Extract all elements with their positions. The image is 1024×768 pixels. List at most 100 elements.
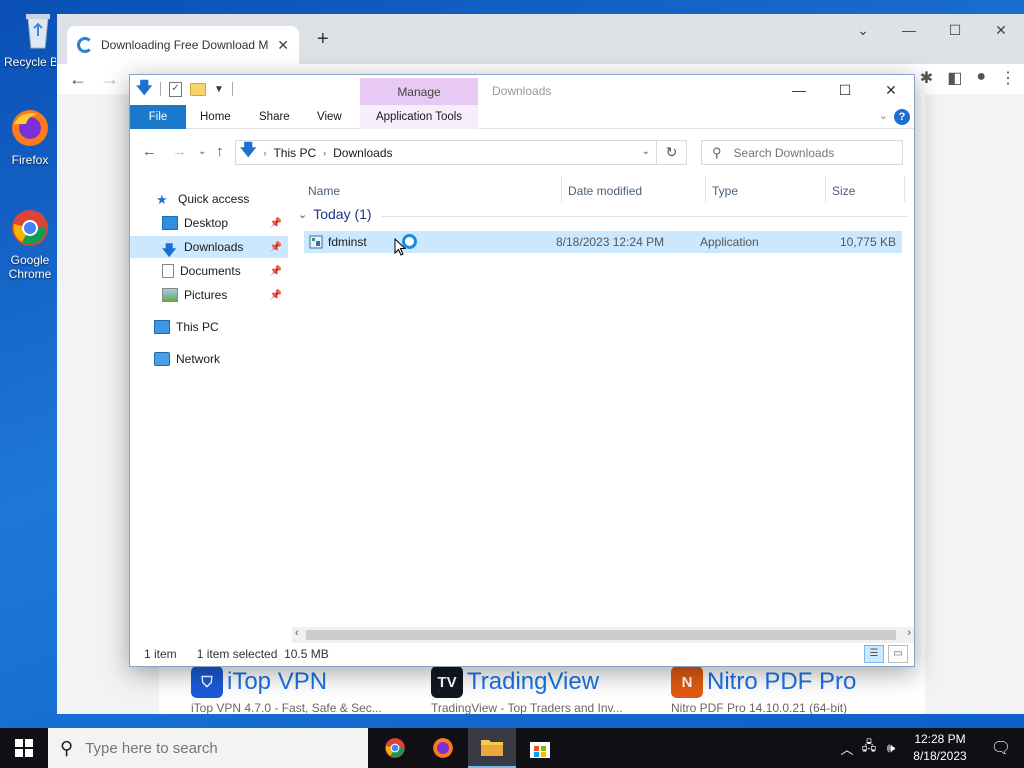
taskbar-chrome[interactable] bbox=[371, 728, 419, 768]
browser-back-icon[interactable]: ← bbox=[69, 69, 87, 90]
new-folder-icon[interactable] bbox=[190, 82, 206, 96]
address-bar[interactable]: 🡇 › This PC › Downloads ⌄ bbox=[235, 140, 657, 165]
taskbar: ⚲ ︿ 🖧 🕪 12:28 PM 8/18/2023 🗨 bbox=[0, 728, 1024, 768]
new-tab-button[interactable]: + bbox=[317, 28, 329, 51]
chrome-icon bbox=[385, 738, 405, 758]
explorer-close-button[interactable]: ✕ bbox=[868, 75, 914, 105]
system-tray: ︿ 🖧 🕪 12:28 PM 8/18/2023 🗨 bbox=[836, 728, 1024, 768]
tab-file[interactable]: File bbox=[130, 105, 186, 129]
address-dropdown-icon[interactable]: ⌄ bbox=[642, 146, 650, 157]
network-tray-icon[interactable]: 🖧 bbox=[858, 737, 880, 759]
browser-tab[interactable]: Downloading Free Download Ma ✕ bbox=[67, 26, 299, 64]
navigation-pane: ★ Quick access Desktop 📌 🡇 Downloads 📌 D… bbox=[130, 176, 288, 646]
details-view-icon[interactable]: ☰ bbox=[864, 645, 884, 663]
breadcrumb-this-pc[interactable]: This PC bbox=[273, 146, 316, 160]
taskbar-store[interactable] bbox=[516, 728, 564, 768]
notifications-icon[interactable]: 🗨 bbox=[978, 738, 1024, 758]
star-icon: ★ bbox=[156, 192, 168, 207]
column-header-name[interactable]: Name bbox=[308, 176, 340, 206]
clock[interactable]: 12:28 PM 8/18/2023 bbox=[902, 731, 978, 765]
explorer-minimize-button[interactable]: — bbox=[776, 75, 822, 105]
tab-application-tools[interactable]: Application Tools bbox=[360, 105, 478, 129]
recycle-bin-icon bbox=[16, 8, 60, 52]
refresh-button[interactable]: ↻ bbox=[657, 140, 687, 165]
browser-minimize-button[interactable]: — bbox=[886, 14, 932, 46]
tab-search-icon[interactable]: ⌄ bbox=[840, 14, 886, 46]
recycle-bin-label: Recycle Bin bbox=[4, 55, 56, 69]
explorer-title-bar: 🡇 ✓ ▼ Manage Downloads — ☐ ✕ bbox=[130, 75, 914, 105]
help-icon[interactable]: ? bbox=[894, 109, 910, 125]
horizontal-scrollbar[interactable]: ‹ › bbox=[292, 627, 914, 643]
windows-logo-icon bbox=[15, 739, 33, 757]
nav-desktop[interactable]: Desktop 📌 bbox=[130, 212, 288, 234]
taskbar-file-explorer[interactable] bbox=[468, 728, 516, 768]
volume-icon[interactable]: 🕪 bbox=[880, 740, 902, 756]
desktop-icon-firefox[interactable]: Firefox bbox=[0, 106, 60, 167]
computer-icon bbox=[154, 320, 170, 334]
tab-home[interactable]: Home bbox=[200, 105, 231, 129]
taskbar-search[interactable]: ⚲ bbox=[48, 728, 368, 768]
up-icon[interactable]: ↑ bbox=[216, 143, 224, 160]
taskbar-firefox[interactable] bbox=[419, 728, 467, 768]
app-card-name[interactable]: Nitro PDF Pro bbox=[707, 668, 856, 696]
app-card-itop-vpn[interactable]: ⛉ iTop VPN iTop VPN 4.7.0 - Fast, Safe &… bbox=[191, 666, 421, 715]
show-hidden-icons-icon[interactable]: ︿ bbox=[836, 739, 858, 758]
scroll-right-icon[interactable]: › bbox=[907, 627, 911, 639]
extensions-icon[interactable]: ✱ bbox=[920, 68, 933, 88]
desktop-icon-chrome[interactable]: Google Chrome bbox=[0, 206, 60, 281]
pin-icon: 📌 bbox=[269, 289, 282, 301]
search-icon: ⚲ bbox=[60, 737, 74, 758]
app-card-tradingview[interactable]: TV TradingView TradingView - Top Traders… bbox=[431, 666, 661, 715]
network-icon bbox=[154, 352, 170, 366]
search-input[interactable] bbox=[733, 145, 884, 160]
back-icon[interactable]: ← bbox=[142, 143, 157, 160]
large-icons-view-icon[interactable]: ▭ bbox=[888, 645, 908, 663]
nav-downloads[interactable]: 🡇 Downloads 📌 bbox=[130, 236, 288, 258]
quick-access-toolbar: 🡇 ✓ ▼ bbox=[136, 81, 233, 97]
taskbar-search-input[interactable] bbox=[85, 739, 356, 757]
group-header-today[interactable]: ⌄ Today (1) bbox=[298, 206, 372, 222]
firefox-label: Firefox bbox=[11, 153, 49, 167]
nav-pictures[interactable]: Pictures 📌 bbox=[130, 284, 288, 306]
side-panel-icon[interactable]: ◧ bbox=[947, 68, 962, 88]
explorer-maximize-button[interactable]: ☐ bbox=[822, 75, 868, 105]
app-card-name[interactable]: iTop VPN bbox=[227, 668, 327, 696]
properties-icon[interactable]: ✓ bbox=[169, 81, 182, 97]
breadcrumb-downloads[interactable]: Downloads bbox=[333, 146, 392, 160]
pictures-icon bbox=[162, 288, 178, 302]
column-header-size[interactable]: Size bbox=[832, 176, 855, 206]
scrollbar-thumb[interactable] bbox=[306, 630, 896, 640]
search-box[interactable]: ⚲ bbox=[701, 140, 903, 165]
chrome-label: Google Chrome bbox=[8, 253, 52, 281]
nav-network[interactable]: Network bbox=[130, 348, 288, 370]
store-icon bbox=[530, 742, 550, 758]
browser-close-button[interactable]: ✕ bbox=[978, 14, 1024, 46]
nav-documents[interactable]: Documents 📌 bbox=[130, 260, 288, 282]
tab-share[interactable]: Share bbox=[259, 105, 290, 129]
expand-ribbon-icon[interactable]: ⌄ bbox=[879, 109, 888, 122]
start-button[interactable] bbox=[0, 728, 48, 768]
nav-quick-access[interactable]: ★ Quick access bbox=[130, 188, 288, 210]
column-header-type[interactable]: Type bbox=[712, 176, 738, 206]
customize-toolbar-icon[interactable]: ▼ bbox=[214, 84, 224, 95]
forward-icon[interactable]: → bbox=[172, 143, 187, 160]
downloads-icon: 🡇 bbox=[162, 242, 177, 258]
column-header-date[interactable]: Date modified bbox=[568, 176, 642, 206]
app-card-name[interactable]: TradingView bbox=[467, 668, 599, 696]
nav-this-pc[interactable]: This PC bbox=[130, 316, 288, 338]
profile-icon[interactable]: ● bbox=[976, 68, 986, 88]
file-explorer-window: 🡇 ✓ ▼ Manage Downloads — ☐ ✕ File Home S… bbox=[129, 74, 915, 667]
tab-close-icon[interactable]: ✕ bbox=[277, 37, 289, 54]
pin-icon: 📌 bbox=[269, 241, 282, 253]
application-icon bbox=[308, 234, 324, 253]
recent-locations-icon[interactable]: ⌄ bbox=[198, 146, 206, 157]
scroll-left-icon[interactable]: ‹ bbox=[295, 627, 299, 639]
itop-vpn-logo-icon: ⛉ bbox=[191, 666, 223, 698]
browser-menu-icon[interactable]: ⋮ bbox=[1000, 68, 1016, 88]
file-size: 10,775 KB bbox=[839, 235, 896, 249]
browser-forward-icon[interactable]: → bbox=[101, 69, 119, 90]
browser-maximize-button[interactable]: ☐ bbox=[932, 14, 978, 46]
app-card-nitro-pdf[interactable]: N Nitro PDF Pro Nitro PDF Pro 14.10.0.21… bbox=[671, 666, 901, 715]
file-name[interactable]: fdminst bbox=[328, 235, 367, 249]
tab-view[interactable]: View bbox=[317, 105, 342, 129]
